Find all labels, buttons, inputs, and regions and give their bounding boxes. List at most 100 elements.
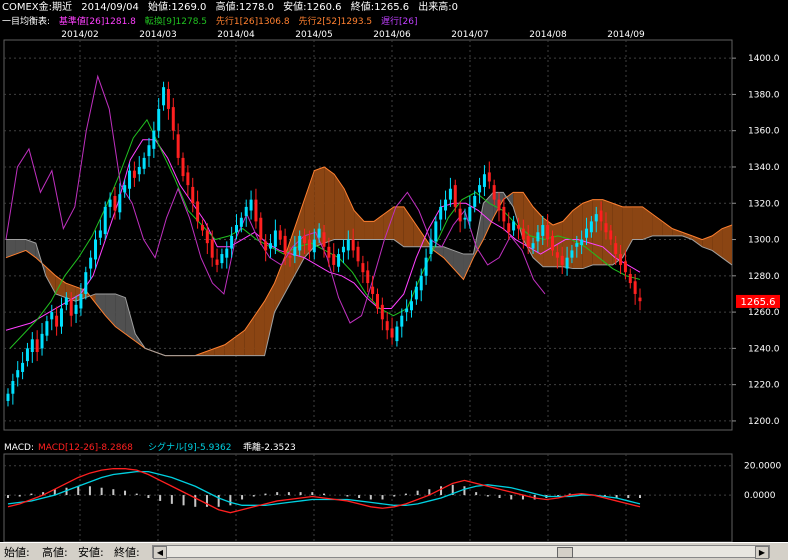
y-tick-label: 1200.0 <box>748 417 780 427</box>
candle-body <box>633 281 637 294</box>
candle-body <box>21 362 25 372</box>
candle-body <box>638 297 642 302</box>
y-tick-label: 1320.0 <box>748 199 780 209</box>
candle-body <box>171 107 175 131</box>
candle-body <box>385 321 389 331</box>
close-label: 終値: <box>350 2 375 13</box>
status-bar: 始値: 高値: 安値: 終値: ◀ ▶ <box>0 542 788 560</box>
candle-body <box>132 170 136 178</box>
price-chart: 2014/02 2014/03 2014/04 2014/05 2014/06 2014/… <box>3 30 780 431</box>
candle-body <box>346 239 350 251</box>
candle-body <box>434 221 438 242</box>
candle-body <box>361 263 365 273</box>
tenkan-legend: 転換[9]1278.5 <box>144 17 208 27</box>
candle-body <box>137 166 141 175</box>
candle-body <box>521 228 525 240</box>
candle-body <box>166 88 170 109</box>
candle-body <box>410 301 414 311</box>
candle-body <box>128 170 132 189</box>
x-tick-label: 2014/03 <box>139 30 176 40</box>
scroll-left-icon[interactable]: ◀ <box>153 546 167 559</box>
candle-body <box>11 381 15 394</box>
candle-body <box>74 304 78 314</box>
scroll-thumb[interactable] <box>557 547 573 558</box>
candle-body <box>30 339 34 352</box>
price-header: COMEX金:期近 2014/09/04 始値:1269.0 高値:1278.0… <box>2 1 788 15</box>
candle-body <box>191 186 195 204</box>
y-tick-label: 1380.0 <box>748 90 780 100</box>
candle-body <box>531 243 535 249</box>
macd-legend: MACD[12-26]-8.2868 <box>38 443 133 453</box>
candle-body <box>157 108 161 131</box>
senko1-legend: 先行1[26]1306.8 <box>215 17 290 27</box>
candle-body <box>327 246 331 258</box>
scroll-right-icon[interactable]: ▶ <box>755 546 769 559</box>
candle-body <box>16 370 20 378</box>
candle-body <box>463 217 467 220</box>
ichimoku-legend: 一目均衡表: 基準値[26]1281.8 転換[9]1278.5 先行1[26]… <box>2 15 788 29</box>
candle-body <box>424 257 428 276</box>
candle-body <box>220 254 224 264</box>
signal-legend: シグナル[9]-5.9362 <box>148 441 232 453</box>
candle-body <box>516 225 520 229</box>
macd-chart: MACD: MACD[12-26]-8.2868 シグナル[9]-5.9362 … <box>3 441 781 543</box>
candle-body <box>312 239 316 253</box>
low-label: 安値: <box>283 2 307 13</box>
candle-body <box>322 232 326 247</box>
candle-body <box>210 239 214 258</box>
candle-body <box>225 248 229 258</box>
candle-body <box>147 145 151 157</box>
macd-y-tick-label: 20.0000 <box>744 462 781 472</box>
candle-body <box>113 196 117 211</box>
candle-body <box>405 308 409 313</box>
high-label: 高値: <box>215 2 239 13</box>
candle-body <box>546 225 550 240</box>
status-close: 終値: <box>114 546 140 559</box>
candle-body <box>303 235 307 244</box>
candle-body <box>395 326 399 342</box>
candle-body <box>123 185 127 193</box>
candle-body <box>400 315 404 327</box>
candle-body <box>50 312 54 320</box>
high-value: 1278.0 <box>238 2 274 13</box>
candle-body <box>550 235 554 251</box>
candle-body <box>278 230 282 240</box>
candle-body <box>599 210 603 222</box>
candle-body <box>473 196 477 207</box>
horizontal-scrollbar[interactable]: ◀ ▶ <box>152 545 770 559</box>
candle-body <box>492 185 496 200</box>
candle-body <box>307 239 311 251</box>
x-tick-label: 2014/04 <box>217 30 255 40</box>
candle-body <box>176 134 180 158</box>
cloud-segment <box>364 221 374 240</box>
candle-body <box>293 246 297 256</box>
y-tick-label: 1220.0 <box>748 381 780 391</box>
y-tick-label: 1360.0 <box>748 127 780 137</box>
candle-body <box>45 321 49 336</box>
status-high: 高値: <box>42 546 68 559</box>
candle-body <box>619 254 623 265</box>
x-tick-label: 2014/05 <box>295 30 332 40</box>
candle-body <box>609 230 613 240</box>
chikou-legend: 遅行[26] <box>381 17 418 27</box>
last-price-label: 1265.6 <box>741 297 776 308</box>
candle-body <box>59 308 63 327</box>
y-tick-label: 1240.0 <box>748 344 780 354</box>
candle-body <box>196 201 200 222</box>
macd-title: MACD: <box>4 443 34 453</box>
candle-body <box>215 259 219 265</box>
kijun-legend: 基準値[26]1281.8 <box>58 17 136 27</box>
candle-body <box>298 235 302 251</box>
y-tick-label: 1280.0 <box>748 272 780 282</box>
ichimoku-title: 一目均衡表: <box>2 17 51 27</box>
candle-body <box>570 250 574 258</box>
candle-body <box>371 286 375 294</box>
candle-body <box>482 174 486 187</box>
y-tick-label: 1340.0 <box>748 163 780 173</box>
candle-body <box>497 199 501 211</box>
candle-body <box>55 315 59 327</box>
candle-body <box>40 333 44 349</box>
candle-body <box>458 208 462 222</box>
candle-body <box>512 221 516 231</box>
candle-body <box>162 87 166 106</box>
